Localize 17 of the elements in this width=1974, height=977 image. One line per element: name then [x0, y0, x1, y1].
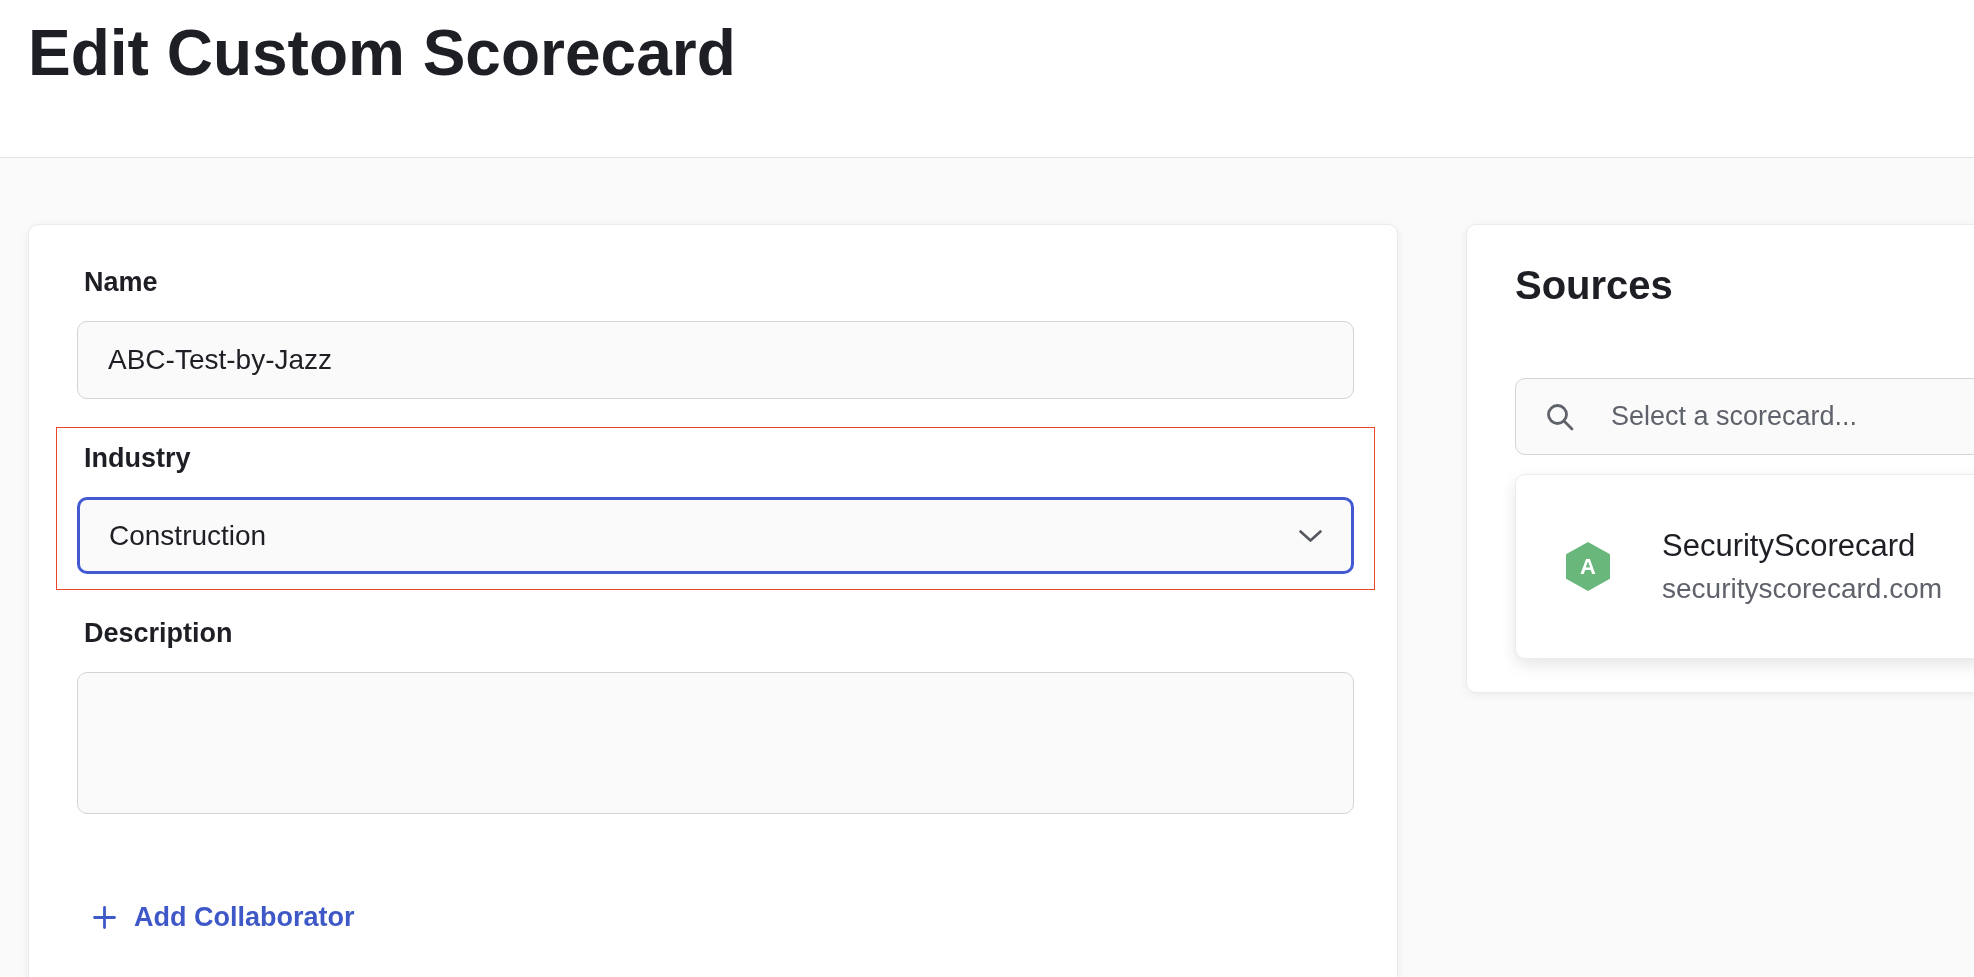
field-label: Description	[84, 617, 233, 649]
textarea-field[interactable]	[77, 672, 1354, 814]
search-icon	[1546, 403, 1574, 431]
chevron-down-icon	[1299, 529, 1322, 542]
search-field[interactable]: Select a scorecard...	[1515, 378, 1974, 455]
plus-icon	[93, 905, 116, 929]
add-collaborator-button[interactable]: Add Collaborator	[93, 901, 355, 933]
dropdown-select[interactable]: Construction	[77, 497, 1354, 574]
field-label: Name	[84, 266, 158, 298]
field-label: Industry	[84, 442, 191, 474]
sources-title: Sources	[1515, 262, 1673, 309]
source-item[interactable]: A SecurityScorecard securityscorecard.com	[1515, 474, 1974, 659]
grade-badge: A	[1566, 542, 1610, 591]
page-title: Edit Custom Scorecard	[28, 21, 736, 85]
source-domain: securityscorecard.com	[1662, 571, 1943, 606]
source-name: SecurityScorecard	[1662, 526, 1916, 565]
text-input[interactable]: ABC-Test-by-Jazz	[77, 321, 1354, 399]
